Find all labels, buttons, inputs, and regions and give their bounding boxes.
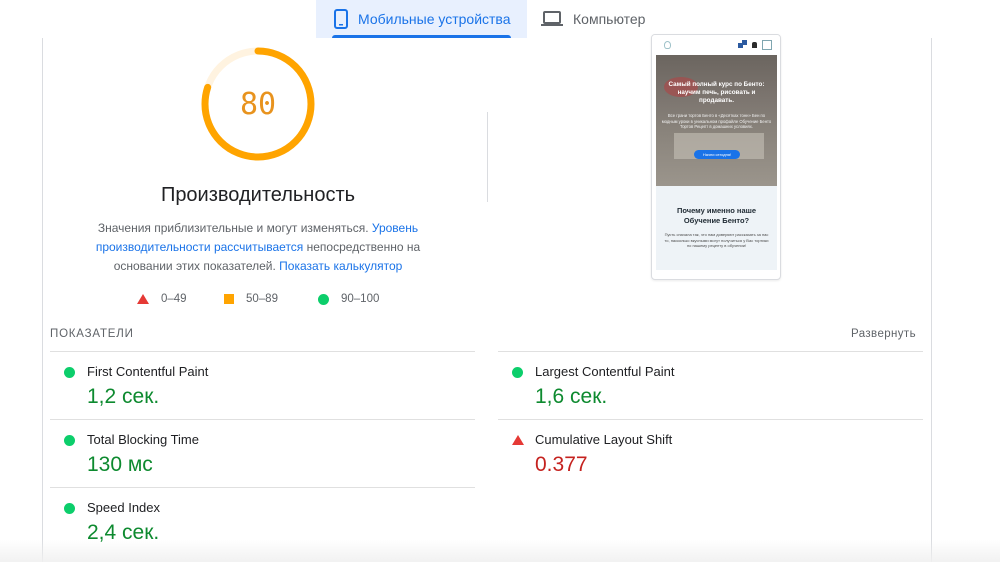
device-tabs: Мобильные устройства Компьютер [0, 0, 1000, 38]
active-tab-indicator [332, 35, 511, 38]
performance-title: Производительность [160, 184, 356, 206]
metric-title: Cumulative Layout Shift [535, 432, 673, 447]
metrics-heading: ПОКАЗАТЕЛИ [50, 328, 134, 340]
user-icon [752, 42, 757, 48]
legend-fail-label: 0–49 [161, 293, 187, 305]
divider [50, 419, 475, 420]
preview-section: Почему именно наше Обучение Бенто? Пусть… [656, 186, 777, 270]
card-border-right [931, 38, 932, 562]
preview-hero: Самый полный курс по Бенто: научим печь,… [656, 55, 777, 186]
orange-square-icon [224, 294, 234, 304]
tab-mobile-label: Мобильные устройства [358, 11, 511, 27]
metric-value: 1,2 сек. [87, 385, 160, 408]
menu-icon [762, 40, 772, 50]
expand-view-button[interactable]: Развернуть [851, 328, 916, 340]
metric-total-blocking-time: Total Blocking Time 130 мс [50, 421, 470, 487]
tab-desktop-label: Компьютер [573, 11, 646, 27]
divider [50, 487, 475, 488]
metric-title: First Contentful Paint [87, 364, 209, 379]
performance-score: 80 [239, 86, 277, 122]
bottom-fade [0, 540, 1000, 562]
section-divider [487, 112, 488, 202]
legend-pass: 90–100 [318, 293, 379, 305]
score-legend: 0–49 50–89 90–100 [0, 293, 480, 309]
mobile-page-screenshot: Самый полный курс по Бенто: научим печь,… [651, 34, 781, 280]
pass-circle-icon [64, 435, 75, 446]
performance-description: Значения приблизительные и могут изменят… [88, 219, 428, 276]
preview-hero-subtitle: Все грани тортов Бенто в «Десятках тонн»… [661, 113, 772, 130]
metric-title: Total Blocking Time [87, 432, 199, 447]
messenger-icon [738, 40, 747, 48]
legend-pass-label: 90–100 [341, 293, 380, 305]
divider [50, 351, 475, 352]
smartphone-icon [334, 9, 348, 29]
tab-desktop[interactable]: Компьютер [541, 0, 671, 38]
preview-section-title: Почему именно наше Обучение Бенто? [676, 206, 757, 225]
metric-value: 1,6 сек. [535, 385, 608, 408]
metric-title: Largest Contentful Paint [535, 364, 675, 379]
metric-value: 130 мс [87, 453, 153, 476]
legend-average-label: 50–89 [246, 293, 278, 305]
metric-largest-contentful-paint: Largest Contentful Paint 1,6 сек. [498, 353, 918, 419]
pass-circle-icon [512, 367, 523, 378]
show-calculator-link[interactable]: Показать калькулятор [279, 259, 402, 273]
legend-fail: 0–49 [137, 293, 187, 305]
divider [498, 419, 923, 420]
divider [498, 351, 923, 352]
legend-average: 50–89 [224, 293, 278, 305]
pass-circle-icon [64, 367, 75, 378]
pass-circle-icon [64, 503, 75, 514]
preview-header [652, 35, 780, 55]
metric-cumulative-layout-shift: Cumulative Layout Shift 0.377 [498, 421, 918, 487]
laptop-icon [541, 11, 563, 27]
preview-hero-title: Самый полный курс по Бенто: научим печь,… [668, 81, 765, 104]
metric-title: Speed Index [87, 500, 161, 515]
red-triangle-icon [137, 294, 149, 304]
fail-triangle-icon [512, 435, 524, 445]
metric-value: 0.377 [535, 453, 588, 476]
site-logo-icon [664, 41, 671, 49]
preview-hero-button: Начни сегодня! [694, 150, 740, 159]
metric-first-contentful-paint: First Contentful Paint 1,2 сек. [50, 353, 470, 419]
preview-section-text: Пусть сначала так, что нам доверяют расс… [664, 232, 769, 249]
description-text-1: Значения приблизительные и могут изменят… [97, 221, 372, 235]
green-circle-icon [318, 293, 329, 305]
tab-mobile[interactable]: Мобильные устройства [316, 0, 527, 38]
